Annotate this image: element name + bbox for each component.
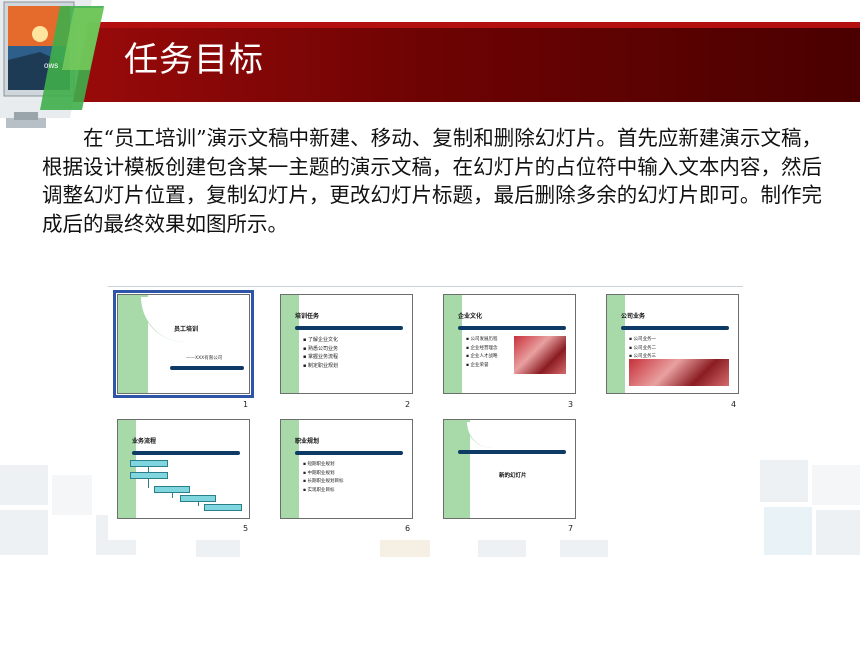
slide-title: 公司业务 (621, 313, 646, 320)
slide-sidebar (281, 295, 299, 393)
slide-bar (170, 366, 244, 370)
slide-bar (458, 450, 566, 454)
slide-title: 新的幻灯片 (499, 473, 527, 479)
slide-number: 7 (568, 524, 574, 533)
slide-title: 企业文化 (458, 313, 483, 320)
slide-number: 4 (731, 400, 737, 409)
slide-thumbnail-2[interactable]: 培训任务 了解企业文化熟悉公司业务 掌握业务流程制定职业规划 (280, 294, 413, 394)
task-description: 在“员工培训”演示文稿中新建、移动、复制和删除幻灯片。首先应新建演示文稿，根据设… (42, 126, 822, 236)
flow-step (130, 460, 168, 467)
slide-thumbnail-1[interactable]: 员工培训 ——XXX有限公司 (113, 290, 254, 398)
slide-title: 业务流程 (132, 438, 157, 445)
flow-connector (172, 492, 173, 498)
page-title: 任务目标 (124, 40, 264, 80)
slide-bar (132, 451, 240, 455)
flow-connector (148, 478, 149, 488)
slide-sidebar (444, 295, 462, 393)
slide-photo (514, 336, 566, 374)
flow-step (204, 504, 242, 511)
slide-bar (621, 326, 729, 330)
slide-sidebar (118, 420, 136, 518)
slide-number: 1 (243, 400, 249, 409)
slide-thumbnail-4[interactable]: 公司业务 公司业务一公司业务二 公司业务三公司业务四 (606, 294, 739, 394)
slide-bar (295, 451, 403, 455)
slide-bullets: 公司发展历程企业经营理念 企业人才战略企业荣誉 (466, 336, 497, 370)
svg-text:ows: ows (44, 61, 58, 70)
monitor-logo-icon: ows (0, 0, 104, 128)
slide-thumbnail-3[interactable]: 企业文化 公司发展历程企业经营理念 企业人才战略企业荣誉 (443, 294, 576, 394)
slide-bullets: 了解企业文化熟悉公司业务 掌握业务流程制定职业规划 (303, 336, 338, 370)
slide-sidebar (281, 420, 299, 518)
slide-sidebar (607, 295, 625, 393)
slide-number: 2 (405, 400, 411, 409)
panel-top-rule (108, 286, 743, 287)
slide-number: 6 (405, 524, 411, 533)
slide-shape (466, 422, 575, 448)
slide-thumbnail-5[interactable]: 业务流程 (117, 419, 250, 519)
slide-title: 培训任务 (295, 313, 320, 320)
slide-bar (295, 326, 403, 330)
slide-thumbnail-6[interactable]: 职业规划 短期职业规划中期职业规划 长期职业规划目标实现职业目标 (280, 419, 413, 519)
slide-number: 3 (568, 400, 574, 409)
flow-step (130, 472, 168, 479)
flow-connector (198, 501, 199, 506)
slide-title: 员工培训 (174, 326, 199, 333)
slide-subtitle: ——XXX有限公司 (186, 356, 223, 361)
slide-thumbnail-7[interactable]: 新的幻灯片 (443, 419, 576, 519)
slide-photo (629, 359, 729, 386)
banner-stripe (72, 22, 860, 28)
slide-title: 职业规划 (295, 438, 320, 445)
slide-bullets: 短期职业规划中期职业规划 长期职业规划目标实现职业目标 (303, 461, 343, 495)
slide-number: 5 (243, 524, 249, 533)
slide-shape (140, 297, 249, 342)
slide-sidebar (444, 420, 470, 518)
slide-bar (458, 326, 566, 330)
